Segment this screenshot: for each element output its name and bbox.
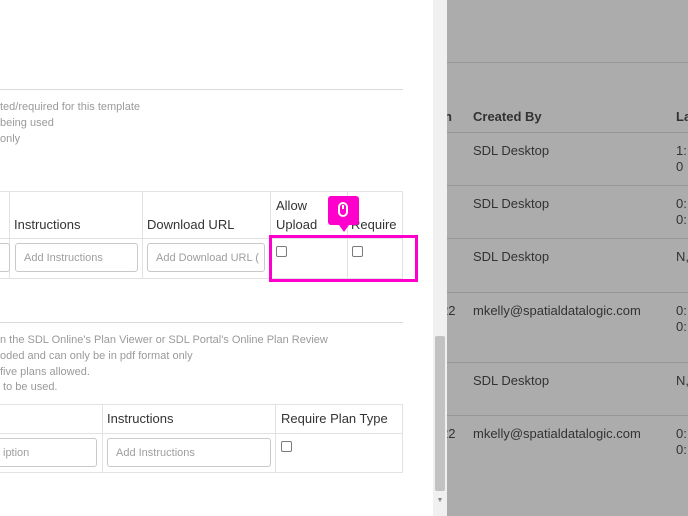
- plans-note-line: oded and can only be in pdf format only: [0, 350, 193, 362]
- instructions-column-header: Instructions: [14, 217, 81, 232]
- plans-instructions-column-header: Instructions: [107, 411, 174, 426]
- plans-note-line: five plans allowed.: [0, 366, 90, 378]
- require-plan-type-column-header: Require Plan Type: [281, 411, 388, 426]
- documents-note-line: being used: [0, 117, 54, 129]
- plan-description-input[interactable]: iption: [0, 438, 97, 467]
- table-border: [142, 191, 143, 279]
- table-border: [275, 404, 276, 473]
- scroll-down-arrow-icon[interactable]: ▼: [435, 496, 445, 506]
- allow-upload-column-header-line2: Upload: [276, 217, 318, 232]
- table-border: [0, 404, 403, 405]
- download-url-column-header: Download URL: [147, 217, 235, 232]
- require-plan-type-checkbox[interactable]: [281, 441, 292, 452]
- mouse-icon: [328, 196, 359, 232]
- plan-instructions-input[interactable]: Add Instructions: [107, 438, 271, 467]
- document-description-input[interactable]: [0, 243, 10, 272]
- scrollbar-thumb[interactable]: [435, 336, 445, 491]
- highlight-box: [269, 235, 418, 282]
- table-border: [0, 433, 403, 434]
- section-divider: [0, 89, 403, 90]
- allow-upload-column-header-line1: Allow: [276, 198, 308, 213]
- modal-backdrop[interactable]: [447, 0, 688, 516]
- plans-note-line: to be used.: [0, 381, 58, 393]
- table-border: [102, 404, 103, 473]
- table-border: [0, 191, 403, 192]
- table-border: [0, 472, 403, 473]
- table-border: [402, 404, 403, 473]
- documents-note-line: ted/required for this template: [0, 101, 141, 113]
- download-url-input[interactable]: Add Download URL (: [147, 243, 265, 272]
- document-instructions-input[interactable]: Add Instructions: [15, 243, 138, 272]
- documents-note-line: only: [0, 133, 21, 145]
- section-divider: [0, 322, 403, 323]
- plans-note-line: n the SDL Online's Plan Viewer or SDL Po…: [0, 334, 328, 346]
